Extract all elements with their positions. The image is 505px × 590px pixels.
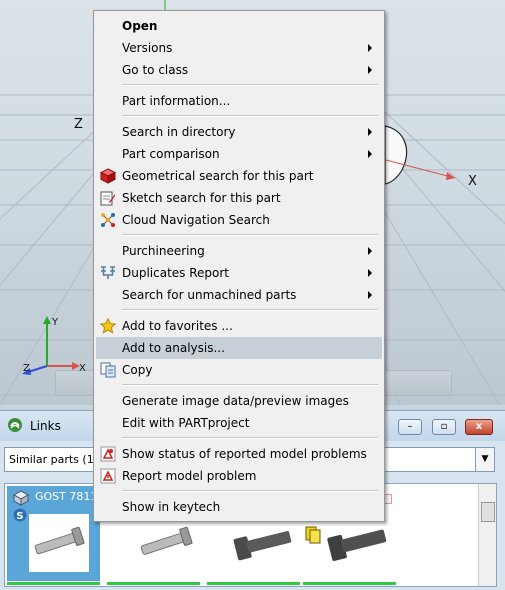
submenu-arrow-icon [368, 269, 372, 277]
menu-item-add-to-favorites[interactable]: Add to favorites ... [96, 315, 382, 337]
menu-item-label: Add to favorites ... [122, 319, 233, 333]
menu-item-cloud-navigation-search[interactable]: Cloud Navigation Search [96, 209, 382, 231]
links-title: Links [30, 419, 61, 433]
submenu-arrow-icon [368, 66, 372, 74]
menu-item-show-status-reported-problems[interactable]: Show status of reported model problems [96, 443, 382, 465]
close-button[interactable]: x [465, 419, 493, 435]
triad-x-label: X [79, 363, 86, 374]
report-status-icon [100, 446, 116, 462]
status-bar [7, 582, 100, 585]
menu-item-label: Part information... [122, 94, 231, 108]
menu-item-label: Versions [122, 41, 173, 55]
part-preview-image [325, 514, 389, 572]
menu-item-geometrical-search[interactable]: Geometrical search for this part [96, 165, 382, 187]
menu-separator [122, 234, 378, 236]
menu-item-copy[interactable]: Copy [96, 359, 382, 381]
report-problem-icon [100, 468, 116, 484]
cloud-network-icon [101, 213, 115, 227]
part-cube-icon [13, 490, 29, 506]
part-preview-image [135, 514, 199, 572]
z-axis-label: Z [74, 117, 83, 132]
submenu-arrow-icon [368, 247, 372, 255]
menu-separator [122, 309, 378, 311]
menu-item-label: Show status of reported model problems [122, 447, 367, 461]
menu-item-label: Search in directory [122, 125, 236, 139]
part-preview-image [29, 514, 89, 572]
menu-item-label: Geometrical search for this part [122, 169, 314, 183]
menu-separator [122, 384, 378, 386]
menu-item-generate-image-data[interactable]: Generate image data/preview images [96, 390, 382, 412]
part-preview-image [231, 514, 297, 572]
copy-icon [100, 362, 116, 378]
duplicates-icon [101, 266, 115, 279]
menu-item-label: Sketch search for this part [122, 191, 281, 205]
menu-item-part-information[interactable]: Part information... [96, 90, 382, 112]
menu-item-label: Search for unmachined parts [122, 288, 297, 302]
menu-item-go-to-class[interactable]: Go to class [96, 59, 382, 81]
status-bar [303, 582, 396, 585]
red-cube-icon [100, 168, 116, 184]
triad-y-label: Y [52, 317, 59, 328]
scrollbar-thumb[interactable] [481, 502, 495, 522]
links-icon [8, 418, 22, 432]
menu-item-label: Edit with PARTproject [122, 416, 250, 430]
minimize-button[interactable]: – [398, 419, 422, 435]
menu-item-report-model-problem[interactable]: Report model problem [96, 465, 382, 487]
star-icon [100, 318, 116, 334]
submenu-arrow-icon [368, 128, 372, 136]
status-bar [107, 582, 200, 585]
x-axis-label: X [468, 174, 477, 189]
menu-item-label: Generate image data/preview images [122, 394, 349, 408]
menu-item-edit-with-partproject[interactable]: Edit with PARTproject [96, 412, 382, 434]
context-menu: Open Versions Go to class Part informati… [93, 10, 385, 522]
menu-item-label: Cloud Navigation Search [122, 213, 270, 227]
menu-separator [122, 437, 378, 439]
svg-text:S: S [16, 511, 23, 522]
triad-z-label: Z [23, 363, 30, 374]
menu-item-label: Part comparison [122, 147, 220, 161]
submenu-arrow-icon [368, 291, 372, 299]
menu-item-label: Show in keytech [122, 500, 221, 514]
menu-item-label: Purchineering [122, 244, 205, 258]
menu-item-label: Copy [122, 363, 153, 377]
menu-item-add-to-analysis[interactable]: Add to analysis... [96, 337, 382, 359]
menu-item-search-unmachined-parts[interactable]: Search for unmachined parts [96, 284, 382, 306]
menu-item-part-comparison[interactable]: Part comparison [96, 143, 382, 165]
submenu-arrow-icon [368, 150, 372, 158]
menu-separator [122, 490, 378, 492]
thumbnail-item[interactable]: GOST 7811... S [7, 486, 108, 585]
menu-item-versions[interactable]: Versions [96, 37, 382, 59]
menu-item-search-in-directory[interactable]: Search in directory [96, 121, 382, 143]
menu-item-label: Go to class [122, 63, 189, 77]
menu-item-duplicates-report[interactable]: Duplicates Report [96, 262, 382, 284]
standard-s-icon: S [13, 508, 27, 522]
menu-item-label: Duplicates Report [122, 266, 230, 280]
menu-separator [122, 84, 378, 86]
submenu-arrow-icon [368, 44, 372, 52]
menu-item-label: Open [122, 19, 158, 33]
menu-item-purchineering[interactable]: Purchineering [96, 240, 382, 262]
sketch-search-icon [100, 191, 115, 206]
vertical-scrollbar[interactable] [478, 484, 496, 586]
menu-item-sketch-search[interactable]: Sketch search for this part [96, 187, 382, 209]
restore-button[interactable]: ▫ [432, 419, 456, 435]
menu-item-show-in-keytech[interactable]: Show in keytech [96, 496, 382, 518]
dropdown-arrow-icon[interactable]: ▼ [475, 448, 494, 471]
status-bar [207, 582, 300, 585]
document-copy-icon [305, 526, 321, 544]
menu-separator [122, 115, 378, 117]
menu-item-open[interactable]: Open [96, 15, 382, 37]
menu-item-label: Add to analysis... [122, 341, 225, 355]
menu-item-label: Report model problem [122, 469, 257, 483]
